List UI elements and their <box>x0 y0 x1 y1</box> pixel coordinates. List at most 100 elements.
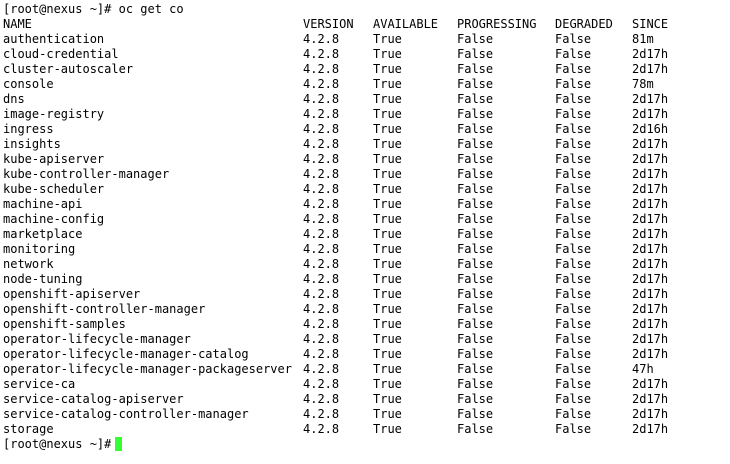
cell-degraded: False <box>555 332 592 346</box>
header-name: NAME <box>3 17 32 31</box>
cell-version: 4.2.8 <box>303 272 340 286</box>
cell-since: 2d17h <box>632 287 669 301</box>
cell-available: True <box>373 182 402 196</box>
cell-degraded: False <box>555 407 592 421</box>
cell-degraded: False <box>555 197 592 211</box>
table-row: service-ca 4.2.8 True False False 2d17h <box>3 377 730 392</box>
cell-version: 4.2.8 <box>303 362 340 376</box>
cell-name: network <box>3 257 54 271</box>
cell-version: 4.2.8 <box>303 32 340 46</box>
cell-available: True <box>373 392 402 406</box>
cell-available: True <box>373 272 402 286</box>
cell-available: True <box>373 107 402 121</box>
table-row: operator-lifecycle-manager 4.2.8 True False… <box>3 332 730 347</box>
cell-name: cluster-autoscaler <box>3 62 134 76</box>
table-row: network 4.2.8 True False False 2d17h <box>3 257 730 272</box>
table-row: machine-api 4.2.8 True False False 2d17h <box>3 197 730 212</box>
table-row: dns 4.2.8 True False False 2d17h <box>3 92 730 107</box>
cell-progressing: False <box>457 107 494 121</box>
final-prompt: [root@nexus ~]# <box>3 437 112 451</box>
cell-degraded: False <box>555 152 592 166</box>
cell-available: True <box>373 362 402 376</box>
cell-since: 2d17h <box>632 317 669 331</box>
cell-since: 2d16h <box>632 122 669 136</box>
prompt-line[interactable]: [root@nexus ~]# <box>3 437 730 452</box>
cell-version: 4.2.8 <box>303 122 340 136</box>
table-row: marketplace 4.2.8 True False False 2d17h <box>3 227 730 242</box>
cell-name: service-ca <box>3 377 76 391</box>
cell-degraded: False <box>555 242 592 256</box>
cell-available: True <box>373 407 402 421</box>
cell-name: insights <box>3 137 61 151</box>
cell-since: 2d17h <box>632 347 669 361</box>
cell-version: 4.2.8 <box>303 407 340 421</box>
cell-degraded: False <box>555 212 592 226</box>
cell-available: True <box>373 257 402 271</box>
cell-degraded: False <box>555 347 592 361</box>
cell-degraded: False <box>555 392 592 406</box>
table-header: NAME VERSION AVAILABLE PROGRESSING DEGRA… <box>3 17 730 32</box>
cell-available: True <box>373 167 402 181</box>
cell-available: True <box>373 197 402 211</box>
cell-progressing: False <box>457 32 494 46</box>
cell-version: 4.2.8 <box>303 332 340 346</box>
cell-progressing: False <box>457 227 494 241</box>
header-available: AVAILABLE <box>373 17 439 31</box>
cell-degraded: False <box>555 377 592 391</box>
cell-degraded: False <box>555 77 592 91</box>
cell-progressing: False <box>457 257 494 271</box>
cell-since: 2d17h <box>632 62 669 76</box>
cell-degraded: False <box>555 62 592 76</box>
cell-since: 2d17h <box>632 212 669 226</box>
cell-progressing: False <box>457 272 494 286</box>
cell-version: 4.2.8 <box>303 47 340 61</box>
cell-version: 4.2.8 <box>303 77 340 91</box>
cell-available: True <box>373 317 402 331</box>
cell-since: 2d17h <box>632 137 669 151</box>
cell-name: operator-lifecycle-manager-catalog <box>3 347 249 361</box>
cell-progressing: False <box>457 197 494 211</box>
table-row: operator-lifecycle-manager-catalog 4.2.8 T… <box>3 347 730 362</box>
cell-since: 2d17h <box>632 257 669 271</box>
table-row: openshift-samples 4.2.8 True False False 2d17… <box>3 317 730 332</box>
cell-name: kube-controller-manager <box>3 167 170 181</box>
cell-version: 4.2.8 <box>303 392 340 406</box>
table-row: operator-lifecycle-manager-packageserver… <box>3 362 730 377</box>
cell-version: 4.2.8 <box>303 107 340 121</box>
table-row: service-catalog-controller-manager 4.2.8 T… <box>3 407 730 422</box>
cell-progressing: False <box>457 77 494 91</box>
cell-progressing: False <box>457 92 494 106</box>
cell-version: 4.2.8 <box>303 317 340 331</box>
cell-available: True <box>373 422 402 436</box>
table-row: kube-controller-manager 4.2.8 True False Fal… <box>3 167 730 182</box>
table-row: service-catalog-apiserver 4.2.8 True False F… <box>3 392 730 407</box>
cell-version: 4.2.8 <box>303 422 340 436</box>
cell-available: True <box>373 347 402 361</box>
table-row: cloud-credential 4.2.8 True False False 2d17h <box>3 47 730 62</box>
cell-degraded: False <box>555 47 592 61</box>
table-row: console 4.2.8 True False False 78m <box>3 77 730 92</box>
table-row: authentication 4.2.8 True False False 81m <box>3 32 730 47</box>
cell-since: 2d17h <box>632 272 669 286</box>
cell-progressing: False <box>457 62 494 76</box>
cell-degraded: False <box>555 137 592 151</box>
cell-since: 2d17h <box>632 302 669 316</box>
cell-progressing: False <box>457 137 494 151</box>
terminal-window[interactable]: [root@nexus ~]# oc get co NAME VERSION A… <box>0 0 730 464</box>
cell-available: True <box>373 47 402 61</box>
cell-since: 2d17h <box>632 167 669 181</box>
cell-progressing: False <box>457 182 494 196</box>
table-row: storage 4.2.8 True False False 2d17h <box>3 422 730 437</box>
cell-available: True <box>373 302 402 316</box>
cursor[interactable] <box>115 437 123 451</box>
cell-since: 2d17h <box>632 392 669 406</box>
cell-degraded: False <box>555 92 592 106</box>
cell-degraded: False <box>555 32 592 46</box>
cell-since: 2d17h <box>632 152 669 166</box>
cell-name: storage <box>3 422 54 436</box>
header-progressing: PROGRESSING <box>457 17 537 31</box>
cell-degraded: False <box>555 302 592 316</box>
cell-available: True <box>373 92 402 106</box>
cell-degraded: False <box>555 227 592 241</box>
table-row: ingress 4.2.8 True False False 2d16h <box>3 122 730 137</box>
